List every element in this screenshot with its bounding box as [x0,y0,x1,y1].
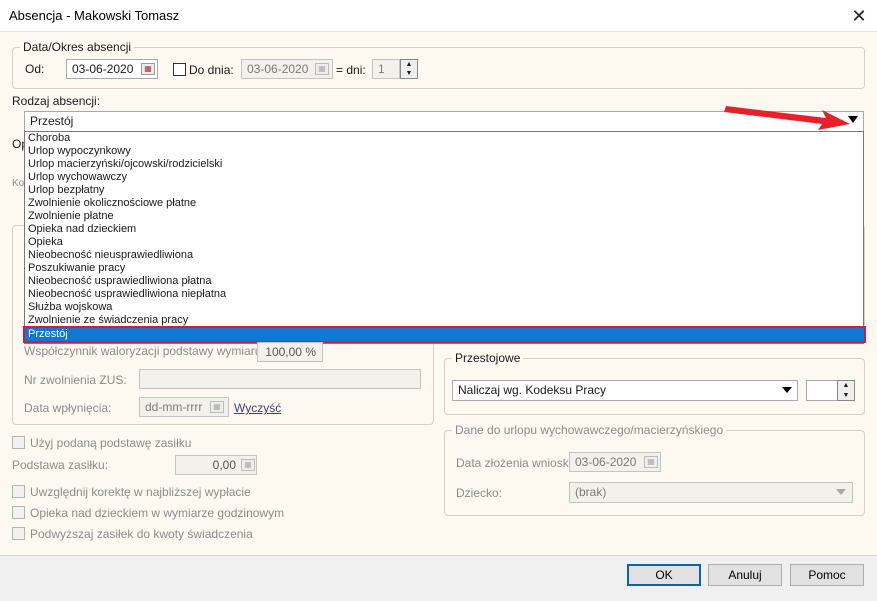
downtime-select[interactable]: Naliczaj wg. Kodeksu Pracy [452,380,798,401]
list-item[interactable]: Nieobecność nieusprawiedliwiona [25,249,863,262]
annotation-arrow-icon [724,106,850,130]
use-base-checkbox[interactable] [12,436,25,449]
valorization-value: 100,00 % [265,345,316,359]
child-label: Dziecko: [456,486,503,500]
absence-type-list[interactable]: Choroba Urlop wypoczynkowy Urlop macierz… [24,131,864,344]
child-select[interactable]: (brak) [569,482,853,503]
to-date-value: 03-06-2020 [247,62,309,76]
help-button[interactable]: Pomoc [790,564,864,586]
use-base-label: Użyj podaną podstawę zasiłku [30,436,192,450]
list-item[interactable]: Zwolnienie płatne [25,210,863,223]
zus-input[interactable] [139,369,421,389]
spin-down-icon[interactable]: ▼ [401,69,417,78]
zus-label: Nr zwolnienia ZUS: [24,373,127,387]
from-label: Od: [25,62,45,76]
care-hours-checkbox[interactable] [12,506,25,519]
downtime-spin-input[interactable] [806,380,838,401]
request-date-label: Data złożenia wniosku: [456,456,579,470]
parental-group [444,430,865,516]
spin-down-icon[interactable]: ▼ [838,391,854,400]
raise-benefit-checkbox[interactable] [12,527,25,540]
downtime-legend: Przestojowe [452,351,524,365]
absence-type-label: Rodzaj absencji: [12,94,101,108]
days-label: = dni: [336,63,366,77]
ok-button[interactable]: OK [627,564,701,586]
to-date-checkbox[interactable] [173,63,186,76]
list-item[interactable]: Nieobecność usprawiedliwiona płatna [25,275,863,288]
downtime-value: Naliczaj wg. Kodeksu Pracy [458,383,607,397]
list-item[interactable]: Opieka [25,236,863,249]
list-item[interactable]: Zwolnienie okolicznościowe płatne [25,197,863,210]
days-value: 1 [378,62,385,76]
to-calendar-icon[interactable]: ▦ [315,63,329,75]
child-value: (brak) [575,485,607,499]
request-calendar-icon[interactable]: ▦ [644,456,658,468]
list-item-selected[interactable]: Przestój [23,326,866,343]
valorization-label: Współczynnik waloryzacji podstawy wymiar… [24,344,265,358]
inflow-date-label: Data wpłynięcia: [24,401,112,415]
correction-label: Uwzględnij korektę w najbliższej wypłaci… [30,485,251,499]
clear-link[interactable]: Wyczyść [234,401,281,415]
spin-up-icon[interactable]: ▲ [838,381,854,391]
from-date-value: 03-06-2020 [72,62,134,76]
inflow-calendar-icon[interactable]: ▦ [210,401,224,413]
raise-benefit-label: Podwyższaj zasiłek do kwoty świadczenia [30,527,253,541]
to-date-label: Do dnia: [189,63,234,77]
window-title: Absencja - Makowski Tomasz [9,8,180,23]
spin-up-icon[interactable]: ▲ [401,60,417,69]
close-icon[interactable]: ✕ [846,3,872,29]
base-calculator-icon[interactable]: ▦ [241,459,255,471]
base-value: 0,00 [212,458,236,472]
care-hours-label: Opieka nad dzieckiem w wymiarze godzinow… [30,506,285,520]
list-item[interactable]: Urlop bezpłatny [25,184,863,197]
days-spinner[interactable]: ▲ ▼ [400,59,418,79]
absence-type-value: Przestój [30,114,74,128]
base-label: Podstawa zasiłku: [12,458,109,472]
from-calendar-icon[interactable]: ▦ [141,63,155,75]
list-item[interactable]: Urlop wypoczynkowy [25,145,863,158]
parental-legend: Dane do urlopu wychowawczego/macierzyńsk… [452,423,727,437]
list-item[interactable]: Opieka nad dzieckiem [25,223,863,236]
valorization-input[interactable]: 100,00 % [257,342,323,362]
list-item[interactable]: Nieobecność usprawiedliwiona niepłatna [25,288,863,301]
downtime-arrow-icon[interactable] [782,387,792,393]
inflow-date-placeholder: dd-mm-rrrr [145,400,203,414]
list-item[interactable]: Służba wojskowa [25,301,863,314]
list-item[interactable]: Zwolnienie ze świadczenia pracy [25,314,863,327]
period-legend: Data/Okres absencji [20,40,135,54]
list-item[interactable]: Poszukiwanie pracy [25,262,863,275]
list-item[interactable]: Urlop wychowawczy [25,171,863,184]
days-input[interactable]: 1 [372,59,400,79]
partial-label-ko: Ko [12,178,25,189]
child-arrow-icon[interactable] [836,489,846,495]
correction-checkbox[interactable] [12,485,25,498]
cancel-button[interactable]: Anuluj [708,564,782,586]
request-date-value: 03-06-2020 [575,455,637,469]
list-item[interactable]: Urlop macierzyński/ojcowski/rodzicielski [25,158,863,171]
downtime-spinner[interactable]: ▲ ▼ [837,380,855,401]
